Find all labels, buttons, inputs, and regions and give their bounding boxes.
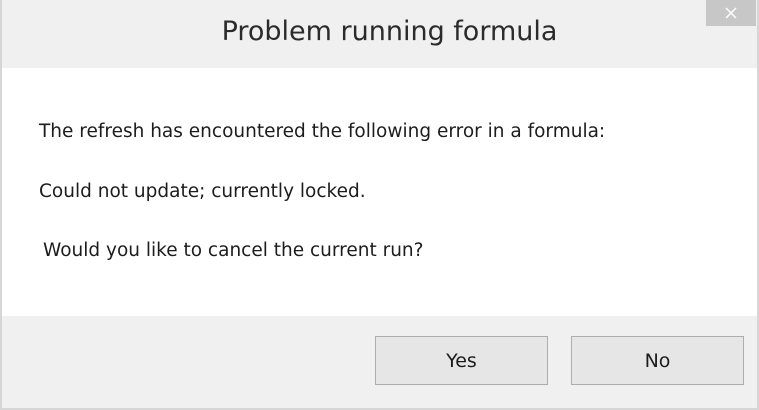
no-button[interactable]: No (571, 336, 744, 385)
dialog-title-bar: Problem running formula (2, 0, 757, 66)
yes-button[interactable]: Yes (375, 336, 548, 385)
error-detail: Could not update; currently locked. (39, 181, 366, 202)
error-dialog: Problem running formula The refresh has … (0, 0, 759, 410)
dialog-title: Problem running formula (221, 16, 558, 47)
dialog-content: The refresh has encountered the followin… (2, 68, 757, 316)
close-button[interactable] (706, 0, 756, 26)
error-description: The refresh has encountered the followin… (39, 121, 606, 142)
dialog-footer: Yes No (2, 316, 757, 408)
close-icon (725, 7, 737, 19)
cancel-question: Would you like to cancel the current run… (43, 240, 424, 261)
